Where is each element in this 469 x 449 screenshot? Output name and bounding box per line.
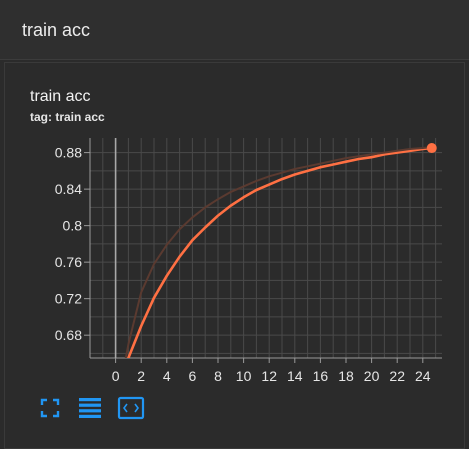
smoothed-series-line bbox=[127, 146, 434, 358]
y-tick-label: 0.88 bbox=[55, 145, 82, 161]
x-tick-label: 8 bbox=[214, 368, 222, 384]
x-tick-label: 2 bbox=[137, 368, 145, 384]
y-tick-label: 0.84 bbox=[55, 181, 82, 197]
x-tick-label: 24 bbox=[415, 368, 431, 384]
raw-series-line bbox=[124, 146, 433, 358]
y-tick-label: 0.8 bbox=[63, 218, 83, 234]
x-tick-label: 10 bbox=[236, 368, 252, 384]
fit-domain-icon bbox=[117, 396, 145, 420]
x-tick-label: 6 bbox=[189, 368, 197, 384]
x-tick-label: 20 bbox=[364, 368, 380, 384]
x-tick-label: 0 bbox=[112, 368, 120, 384]
x-tick-label: 22 bbox=[389, 368, 405, 384]
x-tick-label: 18 bbox=[338, 368, 354, 384]
fit-domain-button[interactable] bbox=[116, 396, 146, 420]
x-tick-label: 4 bbox=[163, 368, 171, 384]
y-tick-label: 0.72 bbox=[55, 291, 82, 307]
line-chart[interactable]: 0 2 4 6 8 10 12 14 16 18 20 22 240.680.720.760.80.84… bbox=[0, 0, 469, 449]
x-tick-label: 12 bbox=[261, 368, 277, 384]
y-tick-label: 0.68 bbox=[55, 327, 82, 343]
y-tick-label: 0.76 bbox=[55, 254, 82, 270]
toggle-data-table-button[interactable] bbox=[78, 396, 102, 420]
series-end-point bbox=[426, 143, 437, 154]
x-tick-label: 16 bbox=[313, 368, 329, 384]
x-tick-label: 14 bbox=[287, 368, 303, 384]
fullscreen-icon bbox=[40, 398, 60, 418]
toggle-data-table-icon bbox=[79, 398, 101, 418]
fullscreen-button[interactable] bbox=[38, 396, 62, 420]
